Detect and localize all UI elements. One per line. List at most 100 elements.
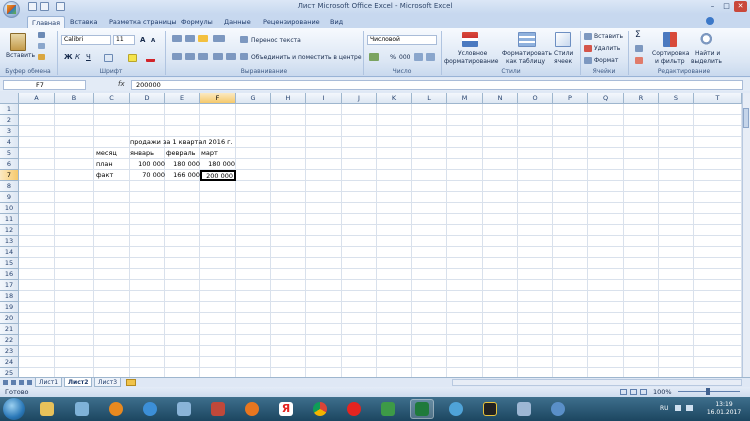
- find-select-icon[interactable]: [700, 32, 714, 47]
- insert-function-button[interactable]: fx: [118, 80, 125, 88]
- help-icon[interactable]: [706, 17, 714, 25]
- row-header-13[interactable]: 13: [0, 236, 19, 247]
- row-header-1[interactable]: 1: [0, 104, 19, 115]
- row-header-20[interactable]: 20: [0, 313, 19, 324]
- column-header-f[interactable]: F: [200, 93, 236, 104]
- tab-home[interactable]: Главная: [27, 16, 66, 28]
- cell-e5[interactable]: февраль: [166, 148, 195, 159]
- row-header-9[interactable]: 9: [0, 192, 19, 203]
- number-format-field[interactable]: Числовой: [367, 35, 437, 45]
- start-button[interactable]: [3, 398, 25, 420]
- column-header-e[interactable]: E: [165, 93, 200, 104]
- merge-center-button[interactable]: Объединить и поместить в центре: [251, 54, 362, 61]
- cell-d6[interactable]: 100 000: [130, 159, 165, 170]
- row-header-22[interactable]: 22: [0, 335, 19, 346]
- column-header-n[interactable]: N: [483, 93, 518, 104]
- taskbar-explorer[interactable]: [35, 399, 59, 419]
- maximize-button[interactable]: □: [720, 1, 733, 12]
- fill-color-icon[interactable]: [128, 54, 137, 62]
- row-header-5[interactable]: 5: [0, 148, 19, 159]
- taskbar-app-13[interactable]: [444, 399, 468, 419]
- column-header-p[interactable]: P: [553, 93, 588, 104]
- format-painter-icon[interactable]: [38, 54, 45, 60]
- cell-f6[interactable]: 180 000: [200, 159, 235, 170]
- column-header-r[interactable]: R: [624, 93, 659, 104]
- sheet-tab-2[interactable]: Лист2: [64, 378, 93, 387]
- column-header-b[interactable]: B: [55, 93, 94, 104]
- row-header-8[interactable]: 8: [0, 181, 19, 192]
- column-header-d[interactable]: D: [130, 93, 165, 104]
- taskbar-app-2[interactable]: [70, 399, 94, 419]
- sheet-tab-3[interactable]: Лист3: [94, 378, 122, 387]
- grow-font-button[interactable]: A: [140, 37, 145, 44]
- redo-icon[interactable]: [56, 2, 65, 11]
- cell-d5[interactable]: январь: [130, 148, 154, 159]
- thousands-button[interactable]: 000: [399, 54, 410, 61]
- decrease-indent-icon[interactable]: [213, 53, 223, 60]
- taskbar-yandex-browser[interactable]: [342, 399, 366, 419]
- row-header-17[interactable]: 17: [0, 280, 19, 291]
- row-header-3[interactable]: 3: [0, 126, 19, 137]
- row-header-10[interactable]: 10: [0, 203, 19, 214]
- row-header-4[interactable]: 4: [0, 137, 19, 148]
- increase-decimal-icon[interactable]: [414, 53, 423, 61]
- tray-arrow-icon[interactable]: [675, 405, 681, 411]
- column-header-c[interactable]: C: [94, 93, 130, 104]
- zoom-level[interactable]: 100%: [653, 387, 672, 397]
- row-header-18[interactable]: 18: [0, 291, 19, 302]
- column-header-m[interactable]: M: [447, 93, 483, 104]
- name-box[interactable]: F7: [3, 80, 86, 90]
- align-right-icon[interactable]: [198, 53, 208, 60]
- align-center-icon[interactable]: [185, 53, 195, 60]
- shrink-font-button[interactable]: A: [151, 38, 155, 45]
- row-header-21[interactable]: 21: [0, 324, 19, 335]
- wrap-text-icon[interactable]: [240, 36, 248, 43]
- page-layout-view-icon[interactable]: [630, 389, 637, 395]
- last-sheet-icon[interactable]: [27, 380, 32, 385]
- clock[interactable]: 13:19 16.01.2017: [700, 401, 748, 417]
- tab-data[interactable]: Данные: [220, 16, 255, 28]
- cell-styles-icon[interactable]: [555, 32, 571, 47]
- borders-icon[interactable]: [104, 54, 113, 62]
- clear-icon[interactable]: [635, 57, 643, 64]
- column-header-q[interactable]: Q: [588, 93, 624, 104]
- column-header-g[interactable]: G: [236, 93, 271, 104]
- tab-page-layout[interactable]: Разметка страницы: [105, 16, 181, 28]
- taskbar-app-16[interactable]: [546, 399, 570, 419]
- minimize-button[interactable]: –: [706, 1, 719, 12]
- taskbar-yandex[interactable]: Я: [274, 399, 298, 419]
- tab-view[interactable]: Вид: [326, 16, 347, 28]
- cell-e6[interactable]: 180 000: [165, 159, 200, 170]
- paste-button[interactable]: Вставить: [6, 52, 35, 59]
- first-sheet-icon[interactable]: [3, 380, 8, 385]
- undo-icon[interactable]: [40, 2, 49, 11]
- network-tray-icon[interactable]: [686, 405, 693, 411]
- cell-c7[interactable]: факт: [96, 170, 113, 181]
- cell-c5[interactable]: месяц: [96, 148, 117, 159]
- align-bottom-icon[interactable]: [198, 35, 208, 42]
- sheet-tab-1[interactable]: Лист1: [35, 378, 63, 387]
- column-header-h[interactable]: H: [271, 93, 306, 104]
- cell-c6[interactable]: план: [96, 159, 113, 170]
- align-left-icon[interactable]: [172, 53, 182, 60]
- taskbar-excel[interactable]: [410, 399, 434, 419]
- row-header-15[interactable]: 15: [0, 258, 19, 269]
- next-sheet-icon[interactable]: [19, 380, 24, 385]
- italic-button[interactable]: К: [75, 54, 80, 61]
- row-header-24[interactable]: 24: [0, 357, 19, 368]
- bold-button[interactable]: Ж: [64, 54, 73, 61]
- font-size-field[interactable]: 11: [113, 35, 135, 45]
- vertical-scrollbar[interactable]: [742, 93, 750, 377]
- save-icon[interactable]: [28, 2, 37, 11]
- horizontal-scrollbar[interactable]: [452, 379, 742, 386]
- select-all-corner[interactable]: [0, 93, 19, 104]
- taskbar-app-15[interactable]: [512, 399, 536, 419]
- taskbar-app-11[interactable]: [376, 399, 400, 419]
- delete-cells-icon[interactable]: [584, 45, 592, 52]
- zoom-slider-thumb[interactable]: [706, 388, 710, 395]
- underline-button[interactable]: Ч: [86, 54, 91, 61]
- row-header-19[interactable]: 19: [0, 302, 19, 313]
- sort-filter-button[interactable]: Сортировка: [652, 50, 689, 57]
- language-indicator[interactable]: RU: [660, 405, 669, 412]
- taskbar-chrome[interactable]: [308, 399, 332, 419]
